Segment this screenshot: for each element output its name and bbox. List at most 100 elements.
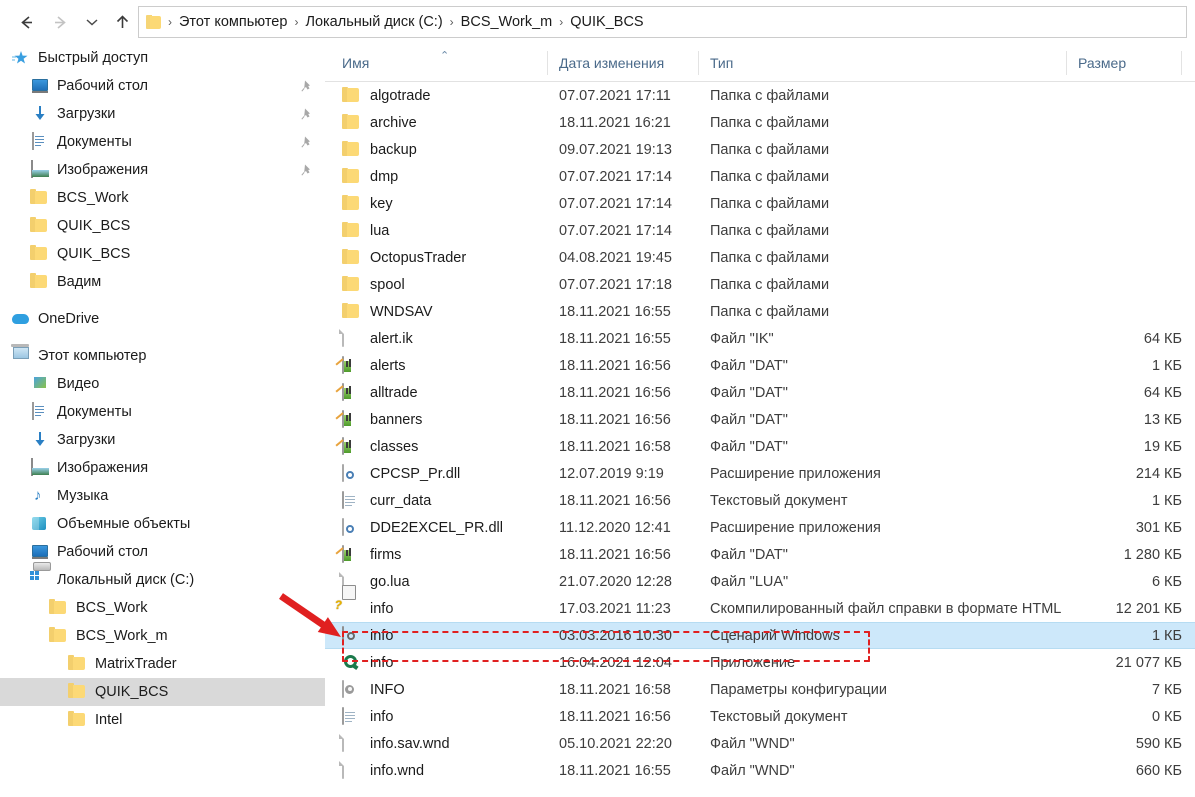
- sidebar-item-документы[interactable]: Документы: [0, 128, 325, 156]
- file-date-cell: 03.03.2016 10:30: [559, 627, 672, 644]
- file-name-cell: OctopusTrader: [370, 249, 467, 266]
- table-row[interactable]: archive 18.11.2021 16:21 Папка с файлами: [325, 109, 1195, 136]
- file-type-cell: Папка с файлами: [710, 168, 830, 185]
- pin-icon[interactable]: [301, 136, 313, 148]
- breadcrumb-item-3[interactable]: QUIK_BCS: [566, 13, 647, 31]
- table-row[interactable]: ? info 17.03.2021 11:23 Скомпилированный фа…: [325, 584, 1195, 622]
- sidebar-item-matrixtrader[interactable]: MatrixTrader: [0, 650, 325, 678]
- table-row[interactable]: banners 18.11.2021 16:56 Файл "DAT" 13 КБ: [325, 406, 1195, 433]
- breadcrumb-item-2[interactable]: BCS_Work_m: [457, 13, 557, 31]
- file-size-cell: 0 КБ: [1151, 708, 1182, 725]
- table-row[interactable]: CPCSP_Pr.dll 12.07.2019 9:19 Расширение пр…: [325, 460, 1195, 487]
- sidebar-item-этот-компьютер[interactable]: Этот компьютер: [0, 342, 325, 370]
- documents-icon: [30, 132, 50, 151]
- table-row[interactable]: info.wnd 18.11.2021 16:55 Файл "WND" 660 КБ: [325, 757, 1195, 784]
- column-divider[interactable]: [547, 51, 548, 75]
- sidebar-item-quik_bcs[interactable]: QUIK_BCS: [0, 212, 325, 240]
- table-row[interactable]: classes 18.11.2021 16:58 Файл "DAT" 19 КБ: [325, 433, 1195, 460]
- folder-icon: [342, 167, 360, 186]
- table-row[interactable]: alerts 18.11.2021 16:56 Файл "DAT" 1 КБ: [325, 352, 1195, 379]
- pin-icon[interactable]: [301, 108, 313, 120]
- address-bar[interactable]: › Этот компьютер › Локальный диск (C:) ›…: [138, 6, 1187, 38]
- table-row[interactable]: dmp 07.07.2021 17:14 Папка с файлами: [325, 163, 1195, 190]
- back-arrow-icon[interactable]: [12, 8, 40, 36]
- file-type-cell: Папка с файлами: [710, 87, 830, 104]
- pin-icon[interactable]: [301, 80, 313, 92]
- table-row[interactable]: alert.ik 18.11.2021 16:55 Файл "IK" 64 КБ: [325, 325, 1195, 352]
- sidebar-item-видео[interactable]: Видео: [0, 370, 325, 398]
- sidebar-item-изображения[interactable]: Изображения: [0, 156, 325, 184]
- table-row[interactable]: firms 18.11.2021 16:56 Файл "DAT" 1 280 КБ: [325, 541, 1195, 568]
- table-row[interactable]: info 03.03.2016 10:30 Сценарий Windows 1 КБ: [325, 622, 1195, 649]
- table-row[interactable]: WNDSAV 18.11.2021 16:55 Папка с файлами: [325, 298, 1195, 325]
- table-row[interactable]: key 07.07.2021 17:14 Папка с файлами: [325, 190, 1195, 217]
- breadcrumb-item-1[interactable]: Локальный диск (C:): [301, 13, 446, 31]
- table-row[interactable]: curr_data 18.11.2021 16:56 Текстовый докум…: [325, 487, 1195, 514]
- sidebar-item-onedrive[interactable]: OneDrive: [0, 305, 325, 333]
- sidebar-item-быстрый-доступ[interactable]: Быстрый доступ: [0, 44, 325, 72]
- breadcrumb-item-0[interactable]: Этот компьютер: [175, 13, 291, 31]
- table-row[interactable]: info 18.11.2021 16:56 Текстовый документ 0 …: [325, 703, 1195, 730]
- sidebar-item-локальный-диск-c[interactable]: Локальный диск (C:): [0, 566, 325, 594]
- file-name-cell: spool: [370, 276, 405, 293]
- table-row[interactable]: alltrade 18.11.2021 16:56 Файл "DAT" 64 КБ: [325, 379, 1195, 406]
- navigation-pane[interactable]: Быстрый доступ Рабочий стол Загрузки Докуме…: [0, 44, 325, 797]
- column-header-name[interactable]: Имя: [342, 44, 369, 82]
- file-size-cell: 21 077 КБ: [1115, 654, 1182, 671]
- column-divider[interactable]: [1066, 51, 1067, 75]
- sidebar-item-bcs_work_m[interactable]: BCS_Work_m: [0, 622, 325, 650]
- table-row[interactable]: go.lua 21.07.2020 12:28 Файл "LUA" 6 КБ: [325, 568, 1195, 595]
- sidebar-item-bcs_work[interactable]: BCS_Work: [0, 184, 325, 212]
- up-arrow-icon[interactable]: [108, 8, 136, 36]
- sidebar-item-label: Загрузки: [57, 105, 116, 122]
- dat-file-icon: [335, 544, 360, 564]
- table-row[interactable]: INFO 18.11.2021 16:58 Параметры конфигурац…: [325, 676, 1195, 703]
- table-row[interactable]: backup 09.07.2021 19:13 Папка с файлами: [325, 136, 1195, 163]
- column-header-size[interactable]: Размер: [1078, 44, 1126, 82]
- folder-icon: [30, 273, 50, 291]
- file-size-cell: 64 КБ: [1143, 384, 1182, 401]
- dat-file-icon: [335, 409, 360, 429]
- file-type-cell: Папка с файлами: [710, 141, 830, 158]
- sidebar-item-музыка[interactable]: ♪ Музыка: [0, 482, 325, 510]
- sidebar-item-рабочий-стол[interactable]: Рабочий стол: [0, 72, 325, 100]
- chevron-down-icon[interactable]: [78, 8, 106, 36]
- file-type-cell: Папка с файлами: [710, 114, 830, 131]
- column-header-date[interactable]: Дата изменения: [559, 44, 664, 82]
- sidebar-item-bcs_work[interactable]: BCS_Work: [0, 594, 325, 622]
- table-row[interactable]: lua 07.07.2021 17:14 Папка с файлами: [325, 217, 1195, 244]
- file-date-cell: 18.11.2021 16:56: [559, 546, 671, 563]
- sidebar-item-загрузки[interactable]: Загрузки: [0, 426, 325, 454]
- sidebar-item-вадим[interactable]: Вадим: [0, 268, 325, 296]
- column-divider[interactable]: [1181, 51, 1182, 75]
- file-rows[interactable]: algotrade 07.07.2021 17:11 Папка с файлами…: [325, 82, 1195, 784]
- file-type-cell: Файл "DAT": [710, 546, 788, 563]
- table-row[interactable]: info 16.04.2021 12:04 Приложение 21 077 КБ: [325, 649, 1195, 676]
- sidebar-item-intel[interactable]: Intel: [0, 706, 325, 734]
- pin-icon[interactable]: [301, 164, 313, 176]
- column-divider[interactable]: [698, 51, 699, 75]
- file-type-cell: Папка с файлами: [710, 303, 830, 320]
- folder-icon: [68, 711, 88, 729]
- file-type-cell: Папка с файлами: [710, 195, 830, 212]
- file-name-cell: INFO: [370, 681, 405, 698]
- table-row[interactable]: info.sav.wnd 05.10.2021 22:20 Файл "WND" 59…: [325, 730, 1195, 757]
- sidebar-item-изображения[interactable]: Изображения: [0, 454, 325, 482]
- sort-ascending-icon: ⌃: [440, 50, 450, 62]
- table-row[interactable]: DDE2EXCEL_PR.dll 11.12.2020 12:41 Расширен…: [325, 514, 1195, 541]
- file-type-cell: Текстовый документ: [710, 492, 848, 509]
- sidebar-item-quik_bcs[interactable]: QUIK_BCS: [0, 240, 325, 268]
- download-arrow-icon: [30, 431, 50, 449]
- file-name-cell: alerts: [370, 357, 406, 374]
- column-header-type[interactable]: Тип: [710, 44, 733, 82]
- table-row[interactable]: algotrade 07.07.2021 17:11 Папка с файлами: [325, 82, 1195, 109]
- sidebar-item-документы[interactable]: Документы: [0, 398, 325, 426]
- folder-icon: [49, 599, 69, 617]
- sidebar-item-quik_bcs[interactable]: QUIK_BCS: [0, 678, 325, 706]
- table-row[interactable]: OctopusTrader 04.08.2021 19:45 Папка с фай…: [325, 244, 1195, 271]
- file-list-pane[interactable]: Имя ⌃ Дата изменения Тип Размер algotrad…: [325, 44, 1195, 797]
- sidebar-item-объемные-объекты[interactable]: Объемные объекты: [0, 510, 325, 538]
- table-row[interactable]: spool 07.07.2021 17:18 Папка с файлами: [325, 271, 1195, 298]
- sidebar-item-загрузки[interactable]: Загрузки: [0, 100, 325, 128]
- folder-icon: [342, 113, 360, 132]
